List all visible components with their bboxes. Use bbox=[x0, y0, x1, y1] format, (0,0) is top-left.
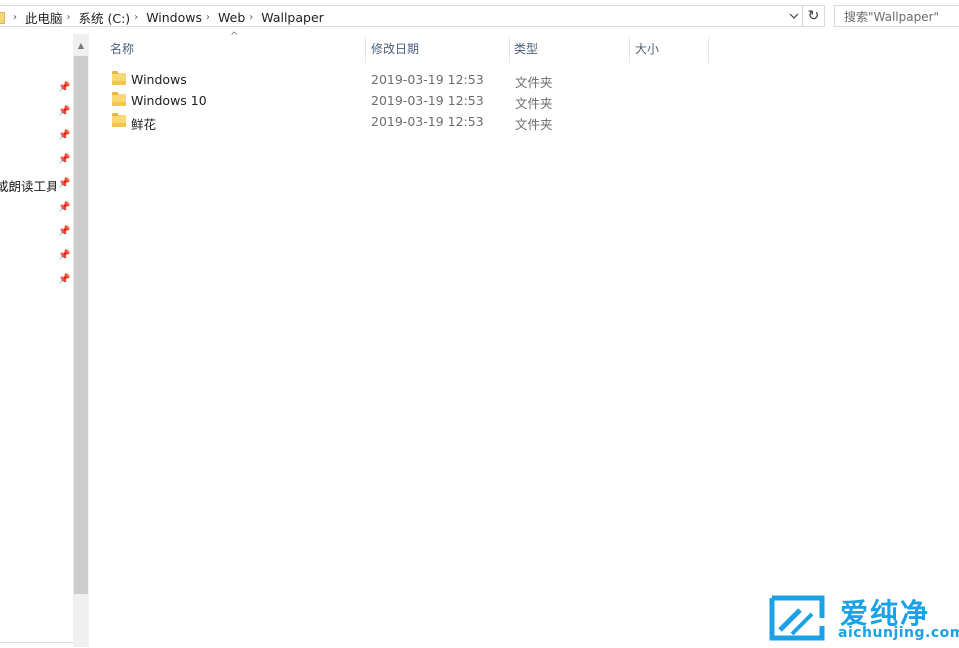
refresh-button[interactable]: ↻ bbox=[803, 5, 825, 27]
chevron-right-icon[interactable]: › bbox=[206, 12, 210, 23]
column-header-name[interactable]: 名称 bbox=[110, 41, 134, 63]
nav-item[interactable]: 📌 bbox=[0, 268, 73, 292]
pin-icon[interactable]: 📌 bbox=[58, 154, 70, 166]
column-divider[interactable] bbox=[629, 37, 630, 63]
breadcrumb-this-pc[interactable]: 此电脑 bbox=[25, 8, 63, 27]
nav-item[interactable]: 📌 bbox=[0, 100, 73, 124]
pin-icon[interactable]: 📌 bbox=[58, 202, 70, 214]
nav-item[interactable]: 📌 bbox=[0, 220, 73, 244]
breadcrumb-wallpaper[interactable]: Wallpaper bbox=[261, 10, 324, 25]
folder-icon bbox=[112, 71, 126, 85]
table-row[interactable]: Windows 10 2019-03-19 12:53 文件夹 bbox=[89, 90, 709, 111]
folder-icon bbox=[112, 113, 126, 127]
chevron-right-icon[interactable]: › bbox=[13, 12, 17, 23]
pin-icon[interactable]: 📌 bbox=[58, 178, 70, 190]
chevron-right-icon[interactable]: › bbox=[67, 12, 71, 23]
file-type: 文件夹 bbox=[515, 117, 553, 132]
watermark-url: aichunjing.com bbox=[838, 625, 959, 641]
scroll-up-arrow-icon[interactable]: ▲ bbox=[74, 38, 88, 52]
column-header-type[interactable]: 类型 bbox=[514, 41, 538, 63]
sort-ascending-icon: ^ bbox=[230, 31, 239, 42]
table-row[interactable]: Windows 2019-03-19 12:53 文件夹 bbox=[89, 69, 709, 90]
nav-scrollbar-thumb[interactable] bbox=[74, 56, 88, 594]
pin-icon[interactable]: 📌 bbox=[58, 250, 70, 262]
nav-item[interactable]: 📌 bbox=[0, 76, 73, 100]
address-bar[interactable]: › 此电脑 › 系统 (C:) › Windows › Web › Wallpa… bbox=[0, 5, 803, 27]
nav-item[interactable]: 📌 bbox=[0, 124, 73, 148]
pin-icon[interactable]: 📌 bbox=[58, 106, 70, 118]
column-divider[interactable] bbox=[708, 37, 709, 63]
watermark-logo-icon bbox=[769, 595, 825, 641]
file-type: 文件夹 bbox=[515, 96, 553, 111]
file-date: 2019-03-19 12:53 bbox=[371, 72, 484, 87]
folder-icon bbox=[112, 92, 126, 106]
chevron-right-icon[interactable]: › bbox=[249, 12, 253, 23]
folder-icon bbox=[0, 12, 5, 24]
nav-item[interactable]: 📌 bbox=[0, 244, 73, 268]
table-row[interactable]: 鲜花 2019-03-19 12:53 文件夹 bbox=[89, 111, 709, 132]
file-date: 2019-03-19 12:53 bbox=[371, 93, 484, 108]
nav-item[interactable]: 📌 bbox=[0, 148, 73, 172]
nav-item[interactable]: 📌 bbox=[0, 196, 73, 220]
column-divider[interactable] bbox=[509, 37, 510, 63]
file-name: Windows 10 bbox=[131, 93, 207, 108]
navigation-pane: 📌 📌 📌 📌 或朗读工具\ 📌 📌 📌 📌 📌 bbox=[0, 34, 73, 647]
breadcrumb-windows[interactable]: Windows bbox=[146, 10, 202, 25]
nav-pane-divider bbox=[0, 642, 73, 648]
column-divider[interactable] bbox=[365, 37, 366, 63]
file-list: ^ 名称 修改日期 类型 大小 Windows 2019-03-19 12:53… bbox=[89, 31, 959, 647]
address-bar-row: › 此电脑 › 系统 (C:) › Windows › Web › Wallpa… bbox=[0, 0, 959, 34]
chevron-right-icon[interactable]: › bbox=[134, 12, 138, 23]
chevron-down-icon[interactable] bbox=[785, 6, 802, 26]
pin-icon[interactable]: 📌 bbox=[58, 274, 70, 286]
column-header-date[interactable]: 修改日期 bbox=[371, 41, 419, 63]
search-input[interactable]: 搜索"Wallpaper" bbox=[834, 5, 959, 27]
file-date: 2019-03-19 12:53 bbox=[371, 114, 484, 129]
file-type: 文件夹 bbox=[515, 75, 553, 90]
pin-icon[interactable]: 📌 bbox=[58, 130, 70, 142]
breadcrumb-web[interactable]: Web bbox=[218, 10, 245, 25]
pin-icon[interactable]: 📌 bbox=[58, 82, 70, 94]
file-name: 鲜花 bbox=[131, 117, 157, 132]
breadcrumb: › 此电脑 › 系统 (C:) › Windows › Web › Wallpa… bbox=[9, 8, 324, 27]
nav-item-label: 或朗读工具\ bbox=[0, 179, 56, 194]
refresh-icon: ↻ bbox=[807, 8, 820, 24]
breadcrumb-system-c[interactable]: 系统 (C:) bbox=[79, 8, 131, 27]
nav-item[interactable]: 或朗读工具\ 📌 bbox=[0, 172, 73, 196]
column-header-size[interactable]: 大小 bbox=[635, 41, 659, 63]
pin-icon[interactable]: 📌 bbox=[58, 226, 70, 238]
file-name: Windows bbox=[131, 72, 187, 87]
